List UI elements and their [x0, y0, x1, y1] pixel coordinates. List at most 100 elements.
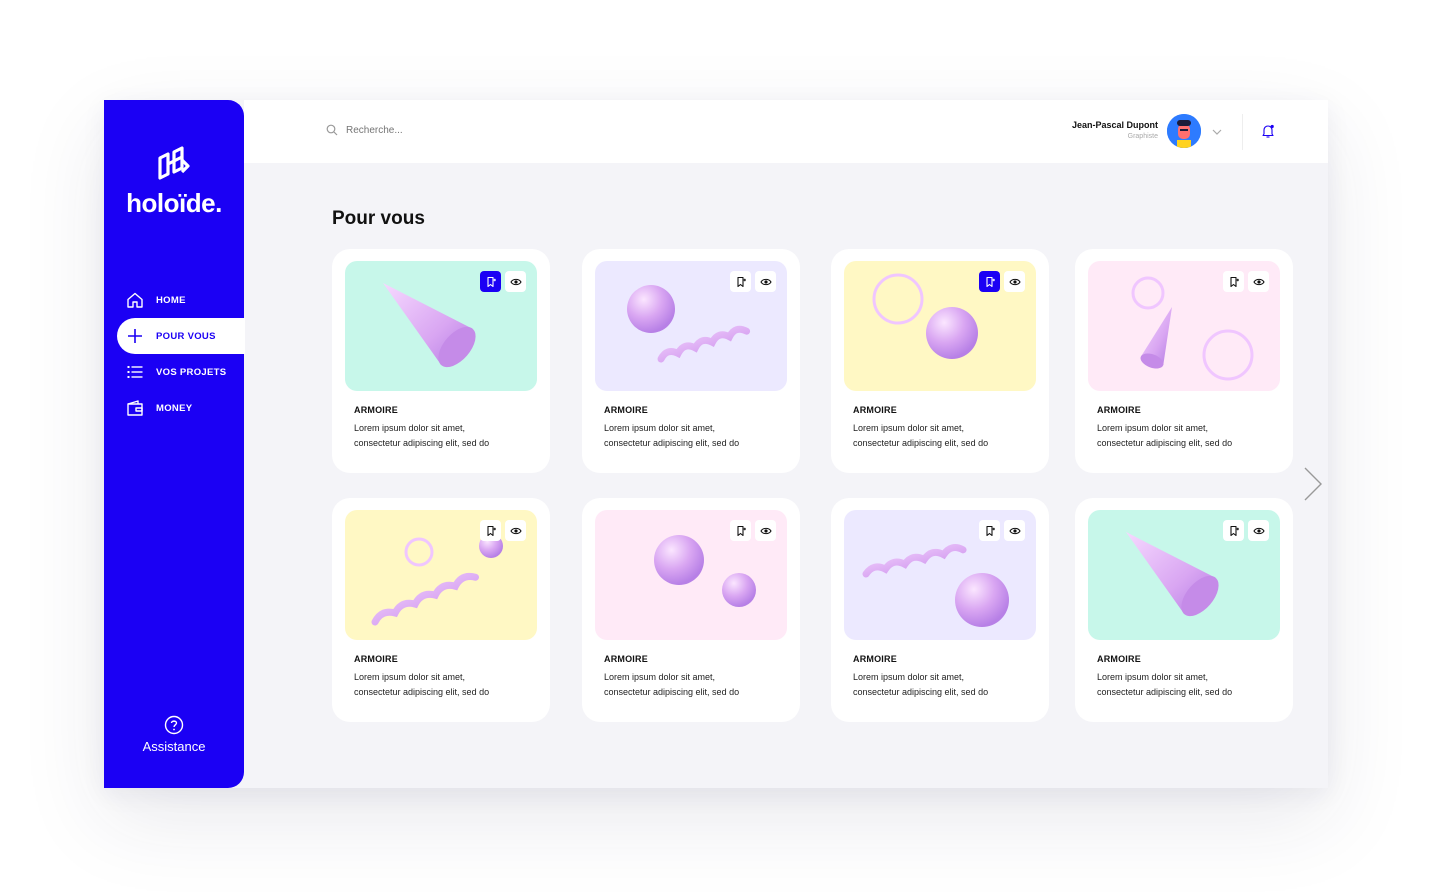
card-title: ARMOIRE — [604, 654, 648, 664]
search-icon — [326, 124, 338, 136]
card-title: ARMOIRE — [1097, 405, 1141, 415]
bookmark-add-icon — [486, 276, 496, 287]
avatar[interactable] — [1167, 114, 1201, 148]
logo-mark-icon — [158, 146, 190, 180]
preview-button[interactable] — [755, 520, 776, 541]
preview-button[interactable] — [1004, 520, 1025, 541]
card-thumbnail[interactable] — [595, 510, 787, 640]
bookmark-button[interactable] — [730, 271, 751, 292]
preview-button[interactable] — [1248, 520, 1269, 541]
top-header: Jean-Pascal Dupont Graphiste — [244, 100, 1328, 163]
logo[interactable]: holoïde. — [104, 144, 244, 219]
user-info[interactable]: Jean-Pascal Dupont Graphiste — [1072, 120, 1158, 140]
bookmark-button[interactable] — [480, 271, 501, 292]
card-thumbnail[interactable] — [345, 510, 537, 640]
bookmark-button[interactable] — [480, 520, 501, 541]
project-card[interactable]: ARMOIRE Lorem ipsum dolor sit amet, cons… — [831, 498, 1049, 722]
search-input[interactable] — [346, 124, 586, 136]
project-card[interactable]: ARMOIRE Lorem ipsum dolor sit amet, cons… — [332, 249, 550, 473]
bookmark-add-icon — [1229, 525, 1239, 536]
card-description-line: consectetur adipiscing elit, sed do — [1097, 687, 1233, 697]
card-description: Lorem ipsum dolor sit amet, consectetur … — [1097, 670, 1277, 700]
card-description-line: consectetur adipiscing elit, sed do — [604, 438, 740, 448]
project-card[interactable]: ARMOIRE Lorem ipsum dolor sit amet, cons… — [582, 498, 800, 722]
bookmark-button[interactable] — [1223, 520, 1244, 541]
card-title: ARMOIRE — [354, 654, 398, 664]
bookmark-button[interactable] — [979, 271, 1000, 292]
card-thumbnail[interactable] — [1088, 510, 1280, 640]
preview-button[interactable] — [505, 271, 526, 292]
card-title: ARMOIRE — [853, 405, 897, 415]
sidebar-item-pour-vous[interactable]: POUR VOUS — [117, 318, 245, 354]
card-title: ARMOIRE — [354, 405, 398, 415]
chevron-down-icon[interactable] — [1211, 126, 1223, 138]
logo-text: holoïde. — [126, 188, 222, 218]
card-description: Lorem ipsum dolor sit amet, consectetur … — [604, 670, 784, 700]
project-card[interactable]: ARMOIRE Lorem ipsum dolor sit amet, cons… — [332, 498, 550, 722]
project-card[interactable]: ARMOIRE Lorem ipsum dolor sit amet, cons… — [582, 249, 800, 473]
card-description: Lorem ipsum dolor sit amet, consectetur … — [853, 670, 1033, 700]
card-description: Lorem ipsum dolor sit amet, consectetur … — [604, 421, 784, 451]
sidebar-item-money[interactable]: MONEY — [104, 390, 244, 426]
card-description: Lorem ipsum dolor sit amet, consectetur … — [1097, 421, 1277, 451]
bookmark-add-icon — [985, 276, 995, 287]
assistance-label: Assistance — [142, 739, 206, 754]
card-description-line: Lorem ipsum dolor sit amet, — [1097, 672, 1209, 682]
app-window: holoïde. HOME POUR VOUS VOS PROJETS MONE… — [104, 100, 1328, 788]
list-icon — [127, 366, 143, 378]
card-description-line: consectetur adipiscing elit, sed do — [354, 438, 490, 448]
card-description-line: consectetur adipiscing elit, sed do — [604, 687, 740, 697]
eye-icon — [509, 527, 522, 534]
card-description-line: consectetur adipiscing elit, sed do — [853, 438, 989, 448]
card-thumbnail[interactable] — [844, 510, 1036, 640]
user-role: Graphiste — [1127, 133, 1158, 140]
sidebar-item-vos-projets[interactable]: VOS PROJETS — [104, 354, 244, 390]
project-card[interactable]: ARMOIRE Lorem ipsum dolor sit amet, cons… — [1075, 249, 1293, 473]
sidebar-nav: HOME POUR VOUS VOS PROJETS MONEY — [104, 282, 245, 426]
bookmark-button[interactable] — [730, 520, 751, 541]
assistance-link[interactable]: Assistance — [104, 715, 244, 754]
bookmark-button[interactable] — [979, 520, 1000, 541]
preview-button[interactable] — [755, 271, 776, 292]
user-name: Jean-Pascal Dupont — [1071, 120, 1158, 130]
card-description-line: Lorem ipsum dolor sit amet, — [853, 423, 965, 433]
preview-button[interactable] — [505, 520, 526, 541]
eye-icon — [759, 527, 772, 534]
card-description: Lorem ipsum dolor sit amet, consectetur … — [354, 421, 534, 451]
header-divider — [1242, 114, 1243, 150]
avatar-illustration — [1167, 114, 1201, 148]
card-description-line: Lorem ipsum dolor sit amet, — [354, 423, 466, 433]
card-thumbnail[interactable] — [345, 261, 537, 391]
project-card[interactable]: ARMOIRE Lorem ipsum dolor sit amet, cons… — [831, 249, 1049, 473]
card-description-line: Lorem ipsum dolor sit amet, — [1097, 423, 1209, 433]
project-card[interactable]: ARMOIRE Lorem ipsum dolor sit amet, cons… — [1075, 498, 1293, 722]
sidebar-item-label: POUR VOUS — [156, 330, 216, 342]
wallet-icon — [127, 400, 143, 416]
card-description-line: Lorem ipsum dolor sit amet, — [853, 672, 965, 682]
bookmark-button[interactable] — [1223, 271, 1244, 292]
eye-icon — [1252, 278, 1265, 285]
sidebar-item-label: VOS PROJETS — [156, 366, 227, 378]
sidebar: holoïde. HOME POUR VOUS VOS PROJETS MONE… — [104, 100, 245, 788]
card-description-line: consectetur adipiscing elit, sed do — [1097, 438, 1233, 448]
page-title: Pour vous — [332, 208, 425, 229]
card-thumbnail[interactable] — [1088, 261, 1280, 391]
chevron-right-icon[interactable] — [1302, 466, 1324, 502]
bookmark-add-icon — [736, 276, 746, 287]
plus-icon — [128, 329, 142, 343]
sidebar-item-label: MONEY — [156, 402, 193, 414]
sidebar-item-home[interactable]: HOME — [104, 282, 244, 318]
preview-button[interactable] — [1248, 271, 1269, 292]
eye-icon — [1252, 527, 1265, 534]
search-bar — [326, 124, 586, 136]
preview-button[interactable] — [1004, 271, 1025, 292]
sidebar-item-label: HOME — [156, 294, 186, 306]
card-description-line: Lorem ipsum dolor sit amet, — [354, 672, 466, 682]
eye-icon — [759, 278, 772, 285]
card-description-line: consectetur adipiscing elit, sed do — [354, 687, 490, 697]
bell-icon[interactable] — [1260, 123, 1276, 139]
card-thumbnail[interactable] — [844, 261, 1036, 391]
card-thumbnail[interactable] — [595, 261, 787, 391]
card-title: ARMOIRE — [853, 654, 897, 664]
bookmark-add-icon — [486, 525, 496, 536]
